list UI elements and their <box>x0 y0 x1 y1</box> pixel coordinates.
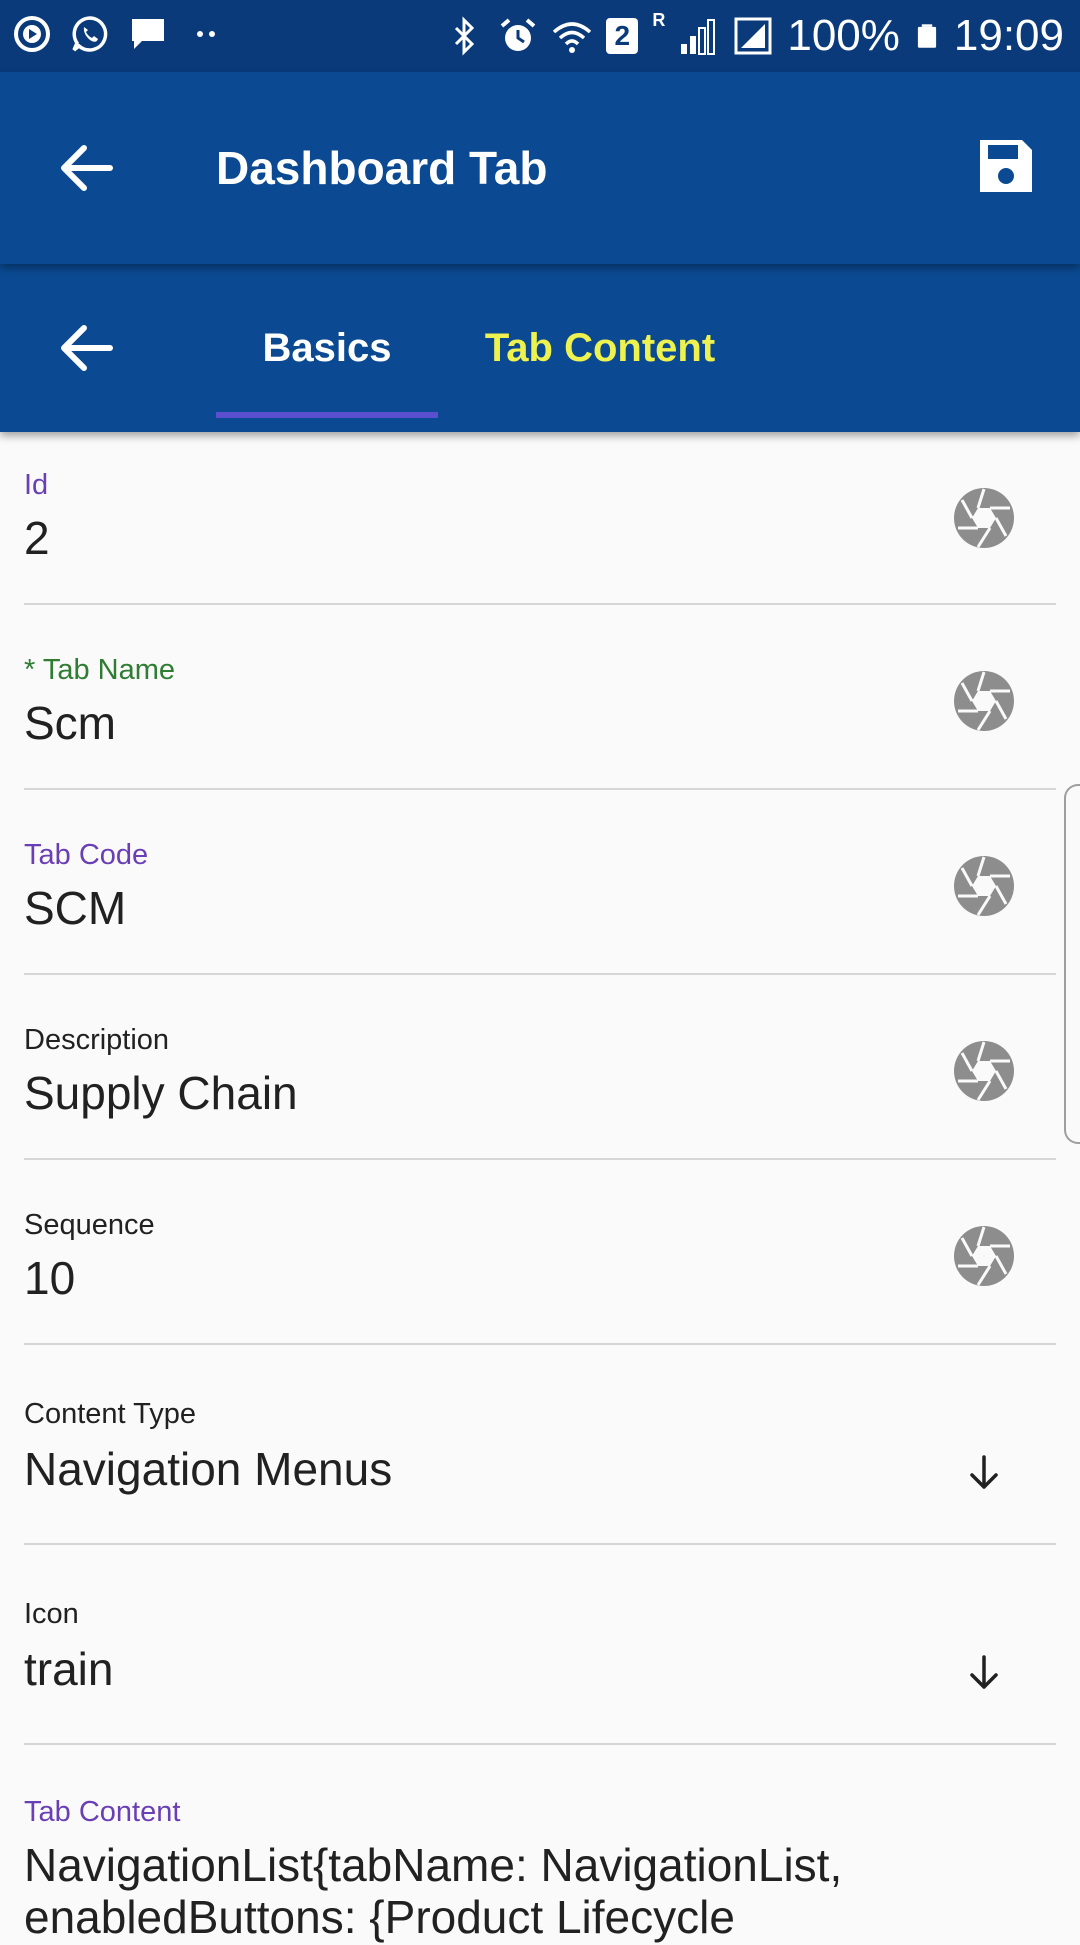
sim-slot-badge: 2 <box>606 18 639 54</box>
tab-code-value[interactable]: SCM <box>24 880 126 936</box>
tab-name-value[interactable]: Scm <box>24 695 116 751</box>
bluetooth-icon <box>455 16 475 56</box>
tab-content-label: Tab Content <box>24 1796 181 1828</box>
tab-back-arrow-icon[interactable] <box>56 318 116 378</box>
arrow-down-icon[interactable] <box>964 1653 1004 1693</box>
sequence-label: Sequence <box>24 1209 155 1241</box>
icon-value[interactable]: train <box>24 1641 113 1697</box>
save-icon[interactable] <box>976 136 1036 196</box>
icon-field[interactable]: Icon train <box>24 1545 1056 1745</box>
tab-name-label: * Tab Name <box>24 654 175 686</box>
status-bar-system: 2 R 100% 19:09 <box>444 10 1064 62</box>
tab-content-value[interactable]: NavigationList{tabName: NavigationList, … <box>24 1839 1024 1943</box>
status-bar-notifications <box>12 14 226 54</box>
content-type-field[interactable]: Content Type Navigation Menus <box>24 1345 1056 1545</box>
tab-content-field[interactable]: Tab Content NavigationList{tabName: Navi… <box>24 1745 1056 1945</box>
tab-code-label: Tab Code <box>24 839 149 871</box>
message-icon <box>132 19 164 49</box>
tab-code-field[interactable]: Tab Code SCM <box>24 790 1056 975</box>
icon-label: Icon <box>24 1598 79 1630</box>
clock: 19:09 <box>953 11 1064 60</box>
whatsapp-icon <box>72 16 108 52</box>
camera-aperture-icon[interactable] <box>952 1039 1016 1103</box>
tab-form: Id 2 * Tab Name Scm Tab Code SCM Descrip… <box>24 432 1056 1945</box>
roaming-indicator: R <box>652 10 666 30</box>
tab-name-field[interactable]: * Tab Name Scm <box>24 605 1056 790</box>
sequence-field[interactable]: Sequence 10 <box>24 1160 1056 1345</box>
camera-aperture-icon[interactable] <box>952 854 1016 918</box>
tab-bar: Basics Tab Content <box>0 264 1080 432</box>
camera-aperture-icon[interactable] <box>952 486 1016 550</box>
alarm-icon <box>501 18 536 51</box>
app-bar: Dashboard Tab <box>0 72 1080 264</box>
tab-basics[interactable]: Basics <box>216 264 438 432</box>
active-tab-indicator <box>216 412 438 418</box>
battery-percent: 100% <box>787 11 900 60</box>
content-type-value[interactable]: Navigation Menus <box>24 1441 392 1497</box>
id-field[interactable]: Id 2 <box>24 432 1056 605</box>
arrow-down-icon[interactable] <box>964 1453 1004 1493</box>
description-field[interactable]: Description Supply Chain <box>24 975 1056 1160</box>
back-arrow-icon[interactable] <box>56 138 116 198</box>
battery-icon <box>917 24 936 48</box>
signal-icon <box>734 17 772 55</box>
description-label: Description <box>24 1024 170 1056</box>
edge-panel-handle[interactable] <box>1064 784 1080 1144</box>
signal-weak-icon <box>681 19 716 55</box>
sequence-value[interactable]: 10 <box>24 1250 75 1306</box>
wifi-icon <box>553 22 592 53</box>
status-bar: 2 R 100% 19:09 <box>0 0 1080 72</box>
id-label: Id <box>24 469 49 501</box>
id-value[interactable]: 2 <box>24 510 50 566</box>
content-type-label: Content Type <box>24 1398 196 1430</box>
page-title: Dashboard Tab <box>216 142 548 194</box>
tab-tab-content[interactable]: Tab Content <box>460 264 740 432</box>
more-notifications-icon <box>197 31 215 37</box>
camera-aperture-icon[interactable] <box>952 669 1016 733</box>
camera-aperture-icon[interactable] <box>952 1224 1016 1288</box>
description-value[interactable]: Supply Chain <box>24 1065 298 1121</box>
play-circle-icon <box>14 16 50 52</box>
